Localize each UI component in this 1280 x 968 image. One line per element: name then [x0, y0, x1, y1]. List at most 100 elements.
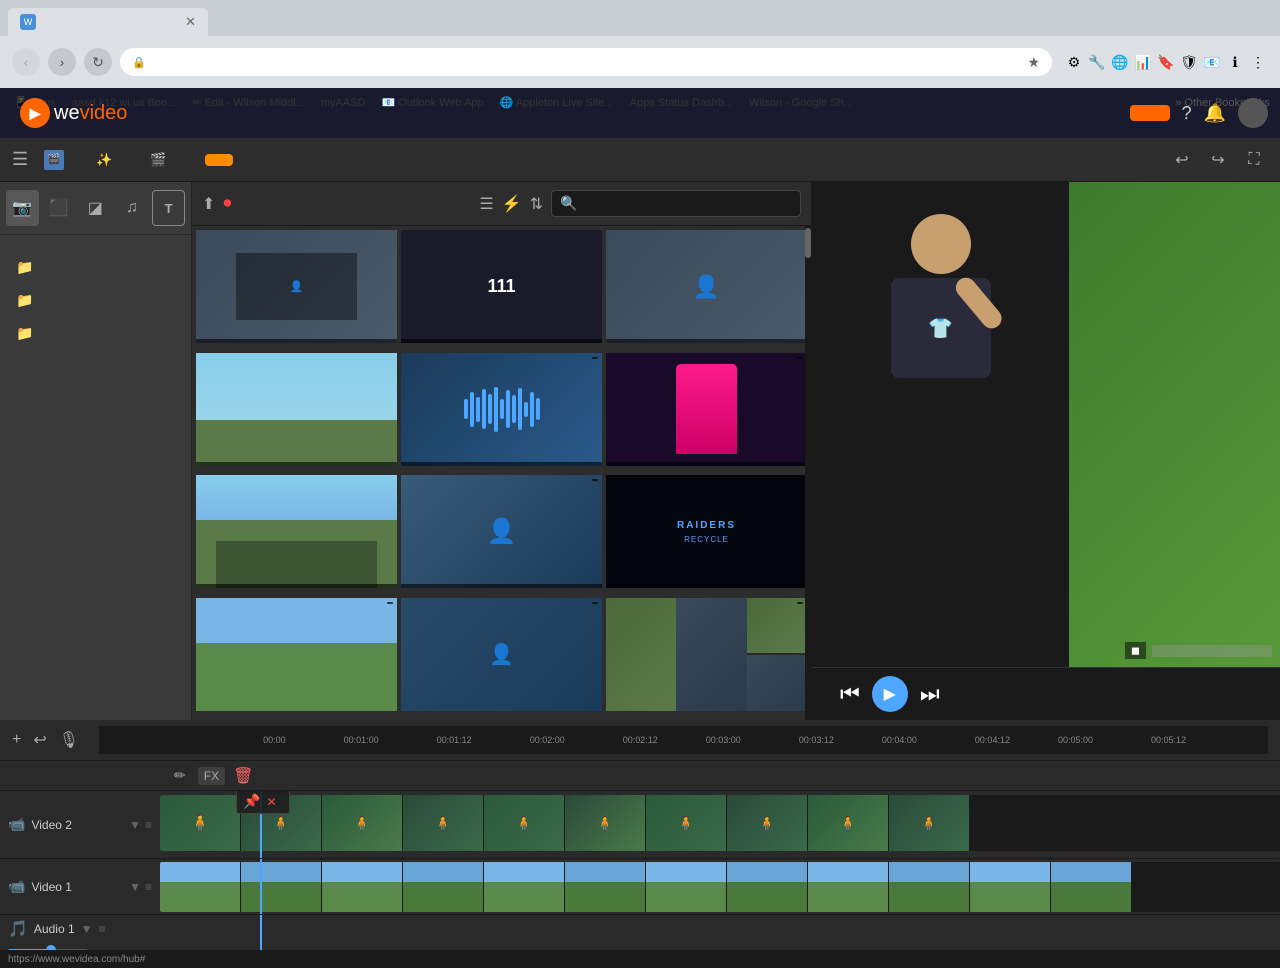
- address-bar[interactable]: 🔒 ★: [120, 48, 1052, 76]
- skip-forward-button[interactable]: ⏭: [920, 681, 940, 707]
- media-item-2[interactable]: 👤: [606, 230, 807, 343]
- help-icon[interactable]: ?: [1182, 103, 1192, 124]
- play-button[interactable]: ▶: [872, 676, 908, 712]
- nav-admin[interactable]: [307, 88, 347, 138]
- media-item-0[interactable]: 👤: [196, 230, 397, 343]
- undo-timeline-button[interactable]: ↩: [33, 730, 46, 750]
- media-item-11[interactable]: [606, 598, 807, 711]
- tab-audio[interactable]: ♫: [116, 190, 149, 226]
- sort-icon[interactable]: ⇅: [530, 194, 543, 214]
- nav-media[interactable]: [227, 88, 267, 138]
- media-item-9[interactable]: [196, 598, 397, 711]
- media-item-7[interactable]: 👤: [401, 475, 602, 588]
- track-audio1-menu[interactable]: ≡: [99, 922, 106, 936]
- pencil-tool[interactable]: ✏: [170, 765, 190, 786]
- skip-back-button[interactable]: ⏮: [840, 681, 860, 707]
- track-video2-menu[interactable]: ≡: [145, 818, 152, 832]
- add-track-button[interactable]: +: [12, 731, 21, 749]
- tab-effects[interactable]: ◪: [79, 190, 112, 226]
- timeline-section: + ↩ 🎙 00:00 00:01:00 00:01:12 00:02:00 0…: [0, 720, 1280, 950]
- volume-slider[interactable]: [8, 949, 88, 950]
- media-item-3[interactable]: [196, 353, 397, 466]
- upload-button[interactable]: [1130, 105, 1170, 121]
- search-icon: 🔍: [560, 195, 577, 212]
- ext-icon-7[interactable]: 📧: [1202, 52, 1222, 72]
- track-video2-icon: 📹: [8, 816, 25, 833]
- browser-tab[interactable]: W ✕: [8, 8, 208, 36]
- bookmark-appleton[interactable]: 🌐 Appleton Live Site...: [496, 94, 618, 111]
- refresh-button[interactable]: ↻: [84, 48, 112, 76]
- bookmark-apps-status[interactable]: Apps Status Dashb...: [626, 95, 737, 111]
- themes-button[interactable]: ✨: [88, 148, 126, 172]
- ruler-mark-6: 00:03:12: [799, 735, 834, 745]
- thumb-11-duration: [797, 602, 803, 604]
- pin-icon[interactable]: 📌: [243, 793, 260, 810]
- track-video1-expand[interactable]: ▼: [129, 880, 141, 894]
- delete-tool[interactable]: 🗑: [233, 766, 253, 786]
- bookmark-outlook[interactable]: 📧 Outlook Web App: [378, 94, 488, 111]
- ext-icon-8[interactable]: ℹ: [1225, 52, 1245, 72]
- finish-button[interactable]: 🎬: [142, 148, 180, 172]
- ext-icon-1[interactable]: ⚙: [1064, 52, 1084, 72]
- nav-projects[interactable]: [187, 88, 227, 138]
- scrollbar-thumb[interactable]: [805, 228, 811, 258]
- track-audio1-expand[interactable]: ▼: [81, 922, 93, 936]
- ext-icon-6[interactable]: 🛡: [1179, 52, 1199, 72]
- thumb-6-overlay: [196, 584, 397, 588]
- redo-button[interactable]: ↪: [1204, 146, 1232, 174]
- forward-button[interactable]: ›: [48, 48, 76, 76]
- nav-videos[interactable]: [267, 88, 307, 138]
- grid-scrollbar[interactable]: [805, 226, 811, 720]
- preview-controls: ⏮ ▶ ⏭: [812, 667, 1280, 720]
- browser-chrome: W ✕ ‹ › ↻ 🔒 ★ ⚙ 🔧 🌐 📊 🔖 🛡 📧 ℹ ⋮ 📱Apps aa…: [0, 0, 1280, 88]
- mic-button[interactable]: 🎙: [59, 730, 79, 750]
- browser-tabs: W ✕: [0, 0, 1280, 36]
- timeline-ruler: 00:00 00:01:00 00:01:12 00:02:00 00:02:1…: [99, 726, 1268, 754]
- ext-icon-5[interactable]: 🔖: [1156, 52, 1176, 72]
- volume-knob[interactable]: [46, 945, 56, 950]
- notifications-icon[interactable]: 🔔: [1204, 103, 1226, 124]
- remove-icon[interactable]: ✕: [266, 795, 276, 809]
- media-item-8[interactable]: RAIDERS RECYCLE: [606, 475, 807, 588]
- toolbar-icons: ⚙ 🔧 🌐 📊 🔖 🛡 📧 ℹ ⋮: [1064, 52, 1268, 72]
- media-item-1[interactable]: 111: [401, 230, 602, 343]
- media-item-project[interactable]: 📁: [0, 317, 191, 350]
- toolbar-right: ↩ ↪ ⛶: [1168, 146, 1268, 174]
- timeline-controls: + ↩ 🎙 00:00 00:01:00 00:01:12 00:02:00 0…: [0, 720, 1280, 761]
- menu-icon[interactable]: ⋮: [1248, 52, 1268, 72]
- tab-media[interactable]: 📷: [6, 190, 39, 226]
- track-video1-menu[interactable]: ≡: [145, 880, 152, 894]
- bookmark-wilson[interactable]: Wilson - Google Sh...: [745, 95, 857, 111]
- header-actions: ? 🔔: [1130, 98, 1280, 128]
- filter-icon[interactable]: ⚡: [502, 194, 522, 214]
- media-item-my-media[interactable]: 📁: [0, 251, 191, 284]
- track-video2-expand[interactable]: ▼: [129, 818, 141, 832]
- tab-text[interactable]: T: [152, 190, 185, 226]
- folder-icon-my-media: 📁: [16, 259, 33, 276]
- tab-transitions[interactable]: ⬛: [43, 190, 76, 226]
- send-feedback-button[interactable]: [205, 154, 233, 166]
- tab-close-button[interactable]: ✕: [185, 14, 196, 30]
- ext-icon-2[interactable]: 🔧: [1087, 52, 1107, 72]
- ext-icon-3[interactable]: 🌐: [1110, 52, 1130, 72]
- media-item-shared[interactable]: 📁: [0, 284, 191, 317]
- hamburger-menu[interactable]: ☰: [12, 149, 28, 170]
- upload-icon[interactable]: ⬆: [202, 194, 215, 214]
- media-item-4[interactable]: [401, 353, 602, 466]
- record-icon[interactable]: ⏺: [223, 195, 231, 213]
- undo-button[interactable]: ↩: [1168, 146, 1196, 174]
- search-input-container[interactable]: 🔍: [551, 190, 801, 217]
- fx-tool[interactable]: FX: [198, 767, 225, 785]
- nav-home[interactable]: [147, 88, 187, 138]
- media-item-10[interactable]: 👤: [401, 598, 602, 711]
- ext-icon-4[interactable]: 📊: [1133, 52, 1153, 72]
- user-avatar[interactable]: [1238, 98, 1268, 128]
- nav-menu: [147, 88, 347, 138]
- media-item-5[interactable]: [606, 353, 807, 466]
- fullscreen-button[interactable]: ⛶: [1240, 146, 1268, 174]
- back-button[interactable]: ‹: [12, 48, 40, 76]
- volume-fill: [8, 949, 48, 950]
- list-view-icon[interactable]: ☰: [479, 194, 493, 214]
- star-icon[interactable]: ★: [1027, 54, 1040, 71]
- media-item-6[interactable]: [196, 475, 397, 588]
